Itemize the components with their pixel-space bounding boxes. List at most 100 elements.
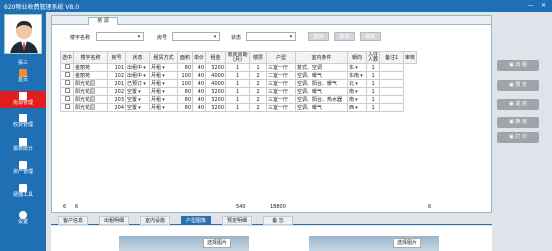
chevron-down-icon[interactable]: ▾ — [161, 65, 166, 71]
col-header[interactable]: 楼层 — [249, 51, 268, 64]
chevron-down-icon[interactable]: ▾ — [354, 105, 359, 111]
building-select[interactable]: ▾ — [96, 32, 144, 41]
col-header[interactable]: 房号 — [107, 51, 127, 64]
table-row[interactable]: 阳光花园 203 空置▾ 月租▾ 80 40 3200 1 2 三室一厅 空调、阳台、热水器 南▾ 1 — [59, 95, 417, 104]
table-cell: 1 — [225, 79, 251, 88]
tab-floorplan[interactable]: 户型图像 — [181, 216, 211, 225]
chevron-down-icon[interactable]: ▾ — [161, 105, 166, 111]
swap-room-button[interactable]: ▣ 换 房 — [497, 117, 539, 128]
chevron-down-icon[interactable]: ▾ — [354, 89, 359, 95]
sidebar-item-assets[interactable]: 资产管理 — [0, 160, 46, 177]
col-header[interactable]: 楼宇名称 — [73, 51, 109, 64]
chevron-down-icon[interactable]: ▾ — [354, 97, 359, 103]
cell-value: 1 — [235, 96, 240, 103]
refresh-button[interactable]: 刷新 — [360, 32, 381, 41]
sidebar-item-billing[interactable]: 收费管理 — [0, 113, 46, 130]
table-row[interactable]: 阳光花园 202 空置▾ 月租▾ 80 40 3200 1 2 三室一厅 空调、暖气 南▾ 1 — [59, 87, 417, 96]
close-button[interactable]: ✕ — [539, 1, 548, 10]
chevron-down-icon[interactable]: ▾ — [161, 81, 166, 87]
table-row[interactable]: 金丽苑 102 出租中▾ 月租▾ 100 40 4000 1 2 二室一厅 空调、暖气 东南▾ 1 — [59, 71, 417, 80]
cell-value: 出租中 — [127, 73, 143, 79]
choose-image-button-1[interactable]: 选择图片 — [203, 238, 231, 248]
col-header[interactable]: 户型 — [266, 51, 297, 64]
col-header[interactable]: 收费周期(月) — [225, 51, 251, 64]
checkout-button[interactable]: ▣ 退 房 — [497, 99, 539, 110]
col-header[interactable]: 状态 — [125, 51, 151, 64]
minimize-button[interactable]: — — [526, 1, 535, 10]
tab-rental-details[interactable]: 出租明细 — [99, 216, 129, 225]
cell-value: 二室一厅 — [268, 73, 289, 79]
table-row[interactable]: 阳光花园 201 已预订▾ 月租▾ 100 40 4000 1 2 三室一厅 空调、阳台、暖气 北▾ 1 — [59, 79, 417, 88]
tab-memo[interactable]: 备 忘 — [263, 216, 293, 225]
col-header[interactable]: 审核 — [403, 51, 418, 64]
col-header[interactable]: 朝向 — [347, 51, 368, 64]
chevron-down-icon[interactable]: ▾ — [354, 81, 359, 87]
table-cell: 月租▾ — [149, 63, 179, 72]
checkbox-icon — [64, 64, 70, 69]
row-select-checkbox[interactable] — [59, 87, 75, 96]
row-select-checkbox[interactable] — [59, 103, 75, 112]
chevron-down-icon[interactable]: ▾ — [359, 73, 364, 79]
col-header[interactable]: 入住人数 — [366, 51, 381, 64]
print-button[interactable]: ▣ 打 印 — [497, 132, 539, 143]
table-row[interactable]: 金丽苑 101 出租中▾ 月租▾ 80 40 3200 1 1 三室一厅 复式、空调 东▾ 1 — [59, 63, 417, 72]
main-panel: 房 源 楼宇名称 ▾ 房号 ▾ 状态 ▾ 查询 取消 刷新 — [51, 15, 492, 213]
table-cell: 100 — [177, 79, 194, 88]
row-select-checkbox[interactable] — [59, 79, 75, 88]
sidebar-item-property[interactable]: 房源管理 — [0, 91, 46, 108]
cancel-button[interactable]: 取消 — [334, 32, 355, 41]
row-select-checkbox[interactable] — [59, 63, 75, 72]
chevron-down-icon[interactable]: ▾ — [137, 89, 142, 95]
row-select-checkbox[interactable] — [59, 95, 75, 104]
table-cell: 复式、空调 — [295, 63, 349, 72]
chevron-down-icon[interactable]: ▾ — [137, 105, 142, 111]
table-cell: 3200 — [205, 103, 227, 112]
chevron-down-icon[interactable]: ▾ — [354, 65, 359, 71]
cell-value: 空调、暖气 — [297, 105, 323, 111]
tab-customer-info[interactable]: 客户信息 — [58, 216, 88, 225]
table-cell: 80 — [177, 63, 194, 72]
tab-property[interactable]: 房 源 — [88, 17, 118, 25]
chevron-down-icon[interactable]: ▾ — [161, 97, 166, 103]
status-select[interactable]: ▾ — [246, 32, 296, 41]
tab-reservation-details[interactable]: 预定明细 — [222, 216, 252, 225]
col-header[interactable]: 单价 — [192, 51, 207, 64]
table-cell: 2 — [249, 87, 268, 96]
sidebar-item-home[interactable]: 首页 — [0, 68, 46, 85]
col-header[interactable]: 选中 — [59, 51, 75, 64]
col-header[interactable]: 面积 — [177, 51, 194, 64]
sidebar-item-settings[interactable]: 设置 — [0, 210, 46, 227]
cell-value: 102 — [114, 72, 125, 79]
col-header[interactable]: 租金 — [205, 51, 227, 64]
chevron-down-icon[interactable]: ▾ — [161, 73, 166, 79]
cell-value: 100 — [181, 72, 192, 79]
chevron-down-icon: ▾ — [289, 34, 293, 40]
tab-facilities[interactable]: 室内设施 — [140, 216, 170, 225]
table-row[interactable]: 阳光花园 204 空置▾ 月租▾ 80 40 3200 1 2 三室一厅 空调、暖气 西▾ 1 — [59, 103, 417, 112]
row-select-checkbox[interactable] — [59, 71, 75, 80]
query-button[interactable]: 查询 — [308, 32, 329, 41]
choose-image-button-2[interactable]: 选择图片 — [393, 238, 421, 248]
reserve-button[interactable]: ▣ 预 定 — [497, 80, 539, 91]
chevron-down-icon[interactable]: ▾ — [142, 65, 147, 71]
cell-value: 40 — [197, 104, 205, 111]
cell-value: 3200 — [211, 96, 225, 103]
chevron-down-icon[interactable]: ▾ — [142, 73, 147, 79]
sidebar-item-tools[interactable]: 便捷工具 — [0, 183, 46, 200]
table-cell: 203 — [107, 95, 127, 104]
room-select[interactable]: ▾ — [172, 32, 220, 41]
chevron-down-icon[interactable]: ▾ — [137, 97, 142, 103]
table-cell: 1 — [366, 95, 381, 104]
col-header[interactable]: 租赁方式 — [149, 51, 179, 64]
chevron-down-icon[interactable]: ▾ — [161, 89, 166, 95]
chevron-down-icon[interactable]: ▾ — [142, 81, 147, 87]
cell-value: 三室一厅 — [268, 105, 289, 111]
rent-button[interactable]: ▣ 出 租 — [497, 60, 539, 71]
table-cell: 1 — [225, 95, 251, 104]
cell-value: 2 — [256, 80, 260, 87]
table-cell: 空置▾ — [125, 95, 151, 104]
col-header[interactable]: 室内条件 — [295, 51, 349, 64]
col-header[interactable]: 备注1 — [379, 51, 405, 64]
sidebar-item-reports[interactable]: 报表统计 — [0, 137, 46, 154]
table-cell: 102 — [107, 71, 127, 80]
